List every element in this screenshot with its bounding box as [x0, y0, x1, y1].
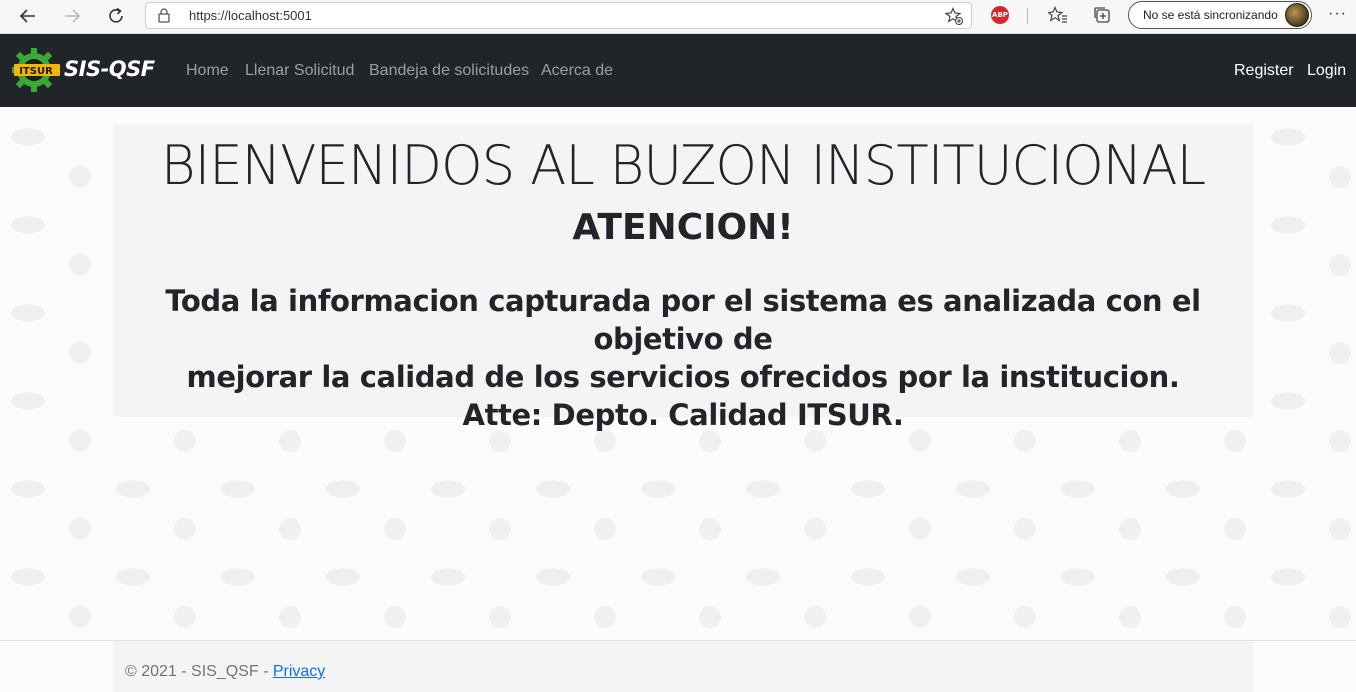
address-bar[interactable]: https://localhost:5001	[145, 2, 972, 29]
arrow-left-icon	[19, 9, 35, 23]
forward-button[interactable]	[57, 2, 87, 30]
lock-icon	[158, 8, 170, 23]
login-link[interactable]: Login	[1307, 62, 1346, 80]
notice-line-3: Atte: Depto. Calidad ITSUR.	[462, 398, 904, 432]
welcome-panel: BIENVENIDOS AL BUZON INSTITUCIONAL ATENC…	[113, 124, 1253, 432]
notice-message: Toda la informacion capturada por el sis…	[113, 282, 1253, 434]
back-button[interactable]	[13, 2, 43, 30]
register-link[interactable]: Register	[1234, 62, 1294, 80]
arrow-right-icon	[65, 9, 81, 23]
collections-icon[interactable]	[1092, 5, 1112, 25]
browser-toolbar: https://localhost:5001 ABP No se está si…	[0, 0, 1356, 34]
reload-button[interactable]	[101, 2, 131, 30]
favorite-add-icon[interactable]	[945, 7, 963, 25]
favorites-icon[interactable]	[1048, 5, 1068, 25]
attention-heading: ATENCION!	[572, 207, 794, 248]
notice-line-2: mejorar la calidad de los servicios ofre…	[186, 360, 1180, 394]
privacy-link[interactable]: Privacy	[273, 663, 325, 680]
page-title: BIENVENIDOS AL BUZON INSTITUCIONAL	[160, 134, 1206, 197]
nav-link-llenar-solicitud[interactable]: Llenar Solicitud	[245, 62, 354, 80]
footer-container: © 2021 - SIS_QSF - Privacy	[113, 641, 1253, 692]
copyright-text: © 2021 - SIS_QSF -	[125, 663, 273, 680]
nav-link-acerca[interactable]: Acerca de	[541, 62, 613, 80]
itsur-gear-logo: ITSUR	[12, 48, 60, 92]
nav-link-bandeja[interactable]: Bandeja de solicitudes	[369, 62, 529, 80]
url-text: https://localhost:5001	[189, 8, 312, 23]
profile-avatar	[1285, 3, 1309, 27]
more-options-icon[interactable]: ···	[1328, 5, 1347, 23]
toolbar-divider	[1027, 8, 1028, 24]
adblock-icon[interactable]: ABP	[991, 6, 1009, 24]
brand-name: SIS-QSF	[64, 57, 155, 81]
logo-text: ITSUR	[19, 66, 53, 77]
site-navbar: ITSUR SIS-QSF Home Llenar Solicitud Band…	[0, 34, 1356, 107]
brand-logo[interactable]: ITSUR SIS-QSF	[12, 48, 162, 92]
nav-link-home[interactable]: Home	[186, 62, 229, 80]
footer: © 2021 - SIS_QSF - Privacy	[0, 640, 1356, 692]
reload-icon	[109, 7, 123, 23]
profile-sync-button[interactable]: No se está sincronizando	[1128, 1, 1312, 29]
footer-text: © 2021 - SIS_QSF - Privacy	[125, 663, 325, 681]
sync-status-label: No se está sincronizando	[1143, 8, 1278, 22]
notice-line-1: Toda la informacion capturada por el sis…	[165, 284, 1201, 356]
